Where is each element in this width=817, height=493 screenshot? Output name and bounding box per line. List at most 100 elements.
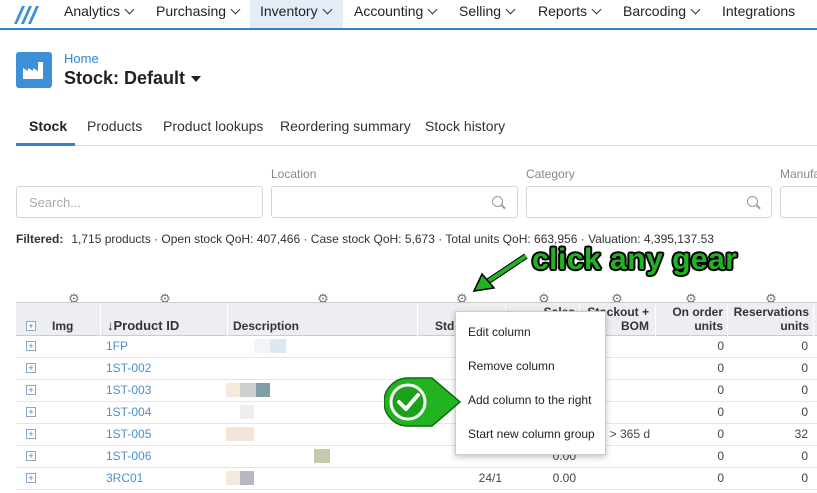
category-label: Category: [526, 167, 575, 181]
on-order-value: 0: [717, 449, 724, 463]
expand-row-icon[interactable]: +: [26, 341, 36, 351]
nav-integrations-label: Integrations: [722, 3, 796, 19]
col-on-order-units[interactable]: On order units: [656, 303, 728, 336]
filtered-label: Filtered:: [16, 232, 64, 246]
nav-analytics[interactable]: Analytics: [54, 0, 146, 28]
annotation-arrow-icon: [472, 253, 528, 292]
nav-reports-label: Reports: [538, 3, 588, 19]
col-description-label: Description: [233, 319, 300, 333]
col-img[interactable]: Img: [16, 303, 101, 336]
product-thumbnail: [240, 471, 254, 485]
chevron-down-icon: [505, 4, 516, 15]
checkmark-icon: [384, 377, 462, 427]
product-thumbnail: [256, 383, 270, 397]
annotation-text: click any gear: [532, 243, 738, 276]
col-description[interactable]: Description: [228, 303, 418, 336]
expand-row-icon[interactable]: +: [26, 473, 36, 483]
nav-reports[interactable]: Reports: [528, 0, 613, 28]
product-thumbnail: [270, 339, 286, 353]
product-id-link[interactable]: 1ST-002: [106, 361, 151, 375]
reservations-value: 0: [801, 383, 808, 397]
menu-edit-column[interactable]: Edit column: [468, 325, 531, 339]
search-icon: [747, 196, 758, 207]
product-thumbnail: [226, 383, 240, 397]
page-title[interactable]: Stock: Default: [64, 68, 202, 89]
table-row[interactable]: + 3RC01 24/1 0.00 0 0: [16, 468, 817, 490]
category-field[interactable]: [526, 186, 772, 218]
reservations-value: 32: [794, 427, 808, 441]
page-title-text: Stock: Default: [64, 68, 186, 88]
column-context-menu: Edit column Remove column Add column to …: [455, 311, 606, 455]
location-field[interactable]: [271, 186, 518, 218]
product-thumbnail: [240, 383, 256, 397]
col-reservations-units[interactable]: Reservations units: [728, 303, 814, 336]
chevron-down-icon: [322, 4, 333, 15]
reservations-value: 0: [801, 339, 808, 353]
tab-product-lookups[interactable]: Product lookups: [163, 112, 263, 146]
reservations-value: 0: [801, 361, 808, 375]
col-std-label: Std: [435, 319, 455, 333]
tab-bar: Stock Products Product lookups Reorderin…: [16, 112, 817, 146]
nav-accounting[interactable]: Accounting: [344, 0, 449, 28]
stockout-value: > 365 d: [609, 427, 650, 441]
product-id-link[interactable]: 3RC01: [106, 471, 143, 485]
manufacturer-field[interactable]: [780, 186, 817, 218]
col-on-order-units-label: units: [694, 319, 723, 333]
nav-purchasing[interactable]: Purchasing: [146, 0, 250, 28]
product-id-link[interactable]: 1ST-004: [106, 405, 151, 419]
nav-selling[interactable]: Selling: [449, 0, 528, 28]
product-id-link[interactable]: 1ST-003: [106, 383, 151, 397]
location-label: Location: [271, 167, 317, 181]
std-value: 24/1: [478, 471, 502, 485]
nav-accounting-label: Accounting: [354, 3, 424, 19]
tab-stock[interactable]: Stock: [16, 112, 75, 146]
tab-products[interactable]: Products: [87, 112, 142, 146]
tab-stock-history[interactable]: Stock history: [425, 112, 505, 146]
nav-inventory[interactable]: Inventory: [250, 0, 343, 28]
search-input[interactable]: Search...: [16, 186, 263, 218]
breadcrumb-home[interactable]: Home: [64, 51, 99, 66]
product-thumbnail: [254, 339, 270, 353]
sales-value: 0.00: [552, 471, 576, 485]
caret-down-icon: [191, 76, 202, 82]
manufacturer-label: Manufa: [780, 167, 817, 181]
menu-add-column-right[interactable]: Add column to the right: [468, 393, 591, 407]
expand-row-icon[interactable]: +: [26, 451, 36, 461]
on-order-value: 0: [717, 405, 724, 419]
table-header: + Img ↓Product ID Description Std Sales …: [16, 302, 817, 336]
reservations-value: 0: [801, 449, 808, 463]
product-thumbnail: [240, 405, 254, 419]
product-id-link[interactable]: 1ST-005: [106, 427, 151, 441]
col-reservations-units-label: units: [780, 319, 809, 333]
table-row[interactable]: + 1FP 0 0: [16, 336, 817, 358]
expand-row-icon[interactable]: +: [26, 407, 36, 417]
factory-icon: [16, 52, 52, 88]
menu-remove-column[interactable]: Remove column: [468, 359, 555, 373]
nav-barcoding[interactable]: Barcoding: [613, 0, 712, 28]
col-product-id[interactable]: ↓Product ID: [101, 303, 228, 336]
product-id-link[interactable]: 1ST-006: [106, 449, 151, 463]
product-thumbnail: [314, 449, 330, 463]
reservations-value: 0: [801, 471, 808, 485]
expand-row-icon[interactable]: +: [26, 363, 36, 373]
chevron-down-icon: [427, 4, 438, 15]
nav-integrations[interactable]: Integrations: [712, 0, 817, 28]
product-id-link[interactable]: 1FP: [106, 339, 128, 353]
chevron-down-icon: [230, 4, 241, 15]
menu-start-column-group[interactable]: Start new column group: [468, 427, 595, 441]
table-row[interactable]: + 1ST-006 0.00 0 0: [16, 446, 817, 468]
col-on-order-label: On order: [672, 305, 723, 319]
expand-row-icon[interactable]: +: [26, 429, 36, 439]
reservations-value: 0: [801, 405, 808, 419]
app-logo[interactable]: [14, 4, 40, 24]
chevron-down-icon: [124, 4, 135, 15]
expand-row-icon[interactable]: +: [26, 385, 36, 395]
on-order-value: 0: [717, 427, 724, 441]
on-order-value: 0: [717, 471, 724, 485]
nav-selling-label: Selling: [459, 3, 502, 19]
product-thumbnail: [226, 427, 254, 441]
search-icon: [492, 196, 503, 207]
tab-reordering-summary[interactable]: Reordering summary: [280, 112, 411, 146]
chevron-down-icon: [591, 4, 602, 15]
chevron-down-icon: [690, 4, 701, 15]
